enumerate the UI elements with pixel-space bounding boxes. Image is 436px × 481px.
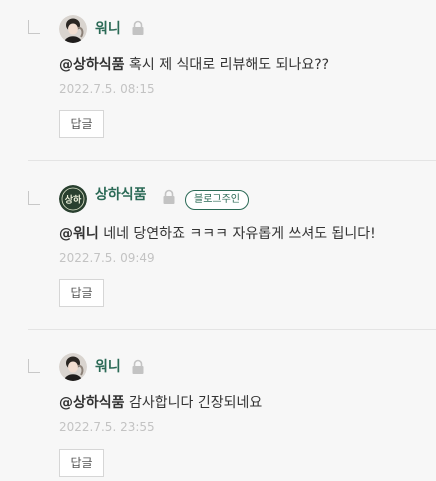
blog-owner-avatar[interactable]: 상하 <box>59 185 87 213</box>
lock-icon <box>131 20 145 36</box>
blog-owner-badge: 블로그주인 <box>185 190 249 210</box>
comment-date: 2022.7.5. 23:55 <box>59 420 155 434</box>
reply-button[interactable]: 답글 <box>59 279 104 307</box>
comment-date: 2022.7.5. 08:15 <box>59 82 155 96</box>
reply-button[interactable]: 답글 <box>59 110 104 138</box>
reply-button[interactable]: 답글 <box>59 449 104 477</box>
mention-link[interactable]: @상하식품 <box>59 395 125 411</box>
comment-text: @워니 네네 당연하죠 ㅋㅋㅋ 자유롭게 쓰셔도 됩니다! <box>59 225 376 243</box>
comment-text: @상하식품 혹시 제 식대로 리뷰해도 되나요?? <box>59 56 329 74</box>
reply-indent-icon <box>28 359 40 373</box>
comment-divider <box>28 160 436 161</box>
comment-divider <box>28 329 436 330</box>
comment-body: 감사합니다 긴장되네요 <box>124 395 263 411</box>
mention-link[interactable]: @상하식품 <box>59 57 125 73</box>
reply-indent-icon <box>28 20 40 34</box>
lock-icon <box>162 189 176 205</box>
author-name[interactable]: 워니 <box>95 358 121 376</box>
comment-text: @상하식품 감사합니다 긴장되네요 <box>59 394 262 412</box>
svg-text:상하: 상하 <box>65 194 82 206</box>
comment-body: 네네 당연하죠 ㅋㅋㅋ 자유롭게 쓰셔도 됩니다! <box>98 226 376 242</box>
author-name[interactable]: 워니 <box>95 20 121 38</box>
lock-icon <box>131 359 145 375</box>
comment-body: 혹시 제 식대로 리뷰해도 되나요?? <box>124 57 330 73</box>
reply-indent-icon <box>28 191 40 205</box>
author-name[interactable]: 상하식품 <box>95 186 147 204</box>
user-avatar[interactable] <box>59 15 87 43</box>
comment-date: 2022.7.5. 09:49 <box>59 251 155 265</box>
user-avatar[interactable] <box>59 353 87 381</box>
mention-link[interactable]: @워니 <box>59 226 99 242</box>
